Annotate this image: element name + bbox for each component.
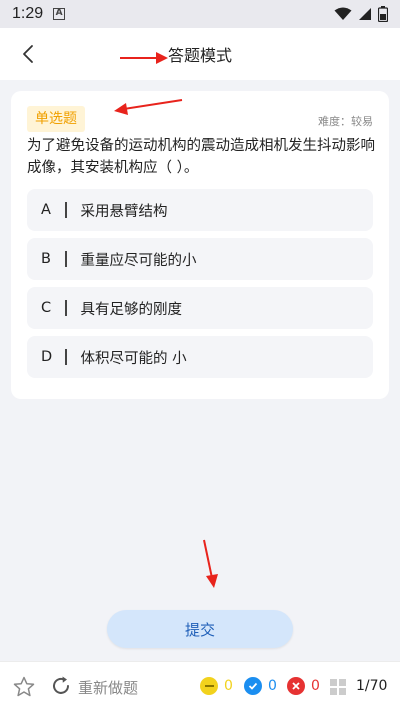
difficulty-label: 难度：较易 <box>318 115 373 128</box>
wifi-icon <box>334 7 352 20</box>
redo-button[interactable]: 重新做题 <box>78 677 138 698</box>
option-c[interactable]: C 具有足够的刚度 <box>27 287 373 329</box>
option-text: 重量应尽可能的小 <box>80 252 197 269</box>
bottom-bar: 重新做题 0 0 0 1/70 <box>0 661 400 712</box>
submit-button[interactable]: 提交 <box>107 610 293 648</box>
option-letter: B <box>41 251 51 267</box>
favorite-star-icon[interactable] <box>12 675 36 699</box>
back-button[interactable] <box>14 40 42 68</box>
wrong-count: 0 <box>311 678 320 694</box>
wrong-stat: 0 <box>287 677 320 695</box>
option-letter: C <box>41 300 52 316</box>
question-progress[interactable]: 1/70 <box>356 678 387 694</box>
option-text: 体积尽可能的 小 <box>80 350 187 367</box>
option-letter: A <box>41 202 51 218</box>
signal-icon <box>359 8 371 20</box>
redo-icon[interactable] <box>50 675 72 697</box>
chevron-left-icon <box>23 45 33 63</box>
page-title: 答题模式 <box>167 46 232 65</box>
option-divider <box>65 300 67 316</box>
question-text: 为了避免设备的运动机构的震动造成相机发生抖动影响成像，其安装机构应（ ）。 <box>27 138 375 176</box>
option-divider <box>65 251 67 267</box>
notification-icon: A <box>53 8 66 20</box>
cross-icon <box>287 677 305 695</box>
option-d[interactable]: D 体积尽可能的 小 <box>27 336 373 378</box>
app-header: 答题模式 <box>0 28 400 80</box>
option-divider <box>65 349 67 365</box>
status-time: 1:29 <box>12 5 44 22</box>
question-card: 单选题 难度：较易 为了避免设备的运动机构的震动造成相机发生抖动影响成像，其安装… <box>11 91 389 399</box>
unanswered-count: 0 <box>224 678 233 694</box>
correct-count: 0 <box>268 678 277 694</box>
question-type-badge: 单选题 <box>27 106 85 132</box>
option-a[interactable]: A 采用悬臂结构 <box>27 189 373 231</box>
status-bar: 1:29 A <box>0 0 400 28</box>
answer-sheet-grid-icon[interactable] <box>330 679 346 695</box>
unanswered-stat: 0 <box>200 677 233 695</box>
option-divider <box>65 202 67 218</box>
option-text: 具有足够的刚度 <box>80 301 183 318</box>
correct-stat: 0 <box>244 677 277 695</box>
battery-icon <box>378 6 388 22</box>
check-icon <box>244 677 262 695</box>
option-letter: D <box>41 349 53 365</box>
annotation-arrow-icon <box>203 539 218 588</box>
option-text: 采用悬臂结构 <box>80 203 168 220</box>
option-b[interactable]: B 重量应尽可能的小 <box>27 238 373 280</box>
unanswered-icon <box>200 677 218 695</box>
status-icons <box>334 6 388 22</box>
